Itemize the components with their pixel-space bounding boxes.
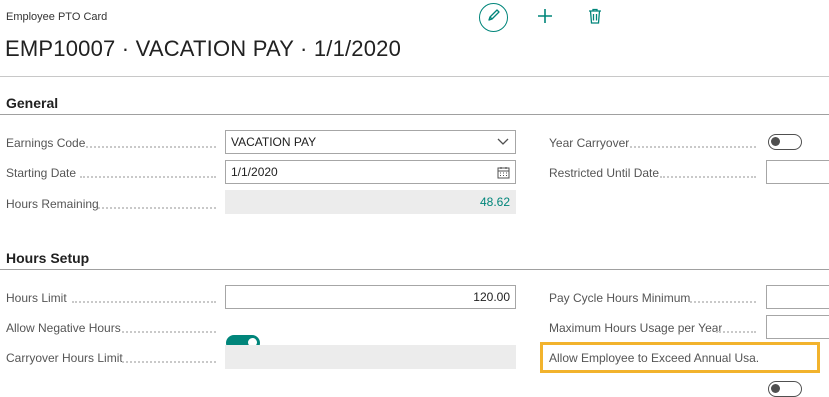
maximum-hours-usage-field[interactable] bbox=[766, 315, 829, 339]
leader-dots bbox=[80, 176, 216, 178]
carryover-hours-limit-label: Carryover Hours Limit bbox=[6, 351, 123, 365]
pencil-icon bbox=[487, 8, 501, 27]
general-divider bbox=[0, 114, 829, 115]
calendar-icon[interactable] bbox=[496, 165, 510, 179]
edit-button[interactable] bbox=[479, 3, 508, 32]
hours-limit-label: Hours Limit bbox=[6, 291, 67, 305]
pay-cycle-hours-minimum-label: Pay Cycle Hours Minimum bbox=[549, 291, 691, 305]
leader-dots bbox=[660, 176, 756, 178]
card-type-label: Employee PTO Card bbox=[6, 11, 108, 23]
toggle-knob bbox=[771, 384, 780, 393]
hours-remaining-label: Hours Remaining bbox=[6, 197, 99, 211]
hours-remaining-value[interactable]: 48.62 bbox=[225, 190, 516, 214]
leader-dots bbox=[630, 146, 756, 148]
section-title-hours-setup: Hours Setup bbox=[6, 250, 90, 266]
section-title-general: General bbox=[6, 95, 59, 111]
toggle-knob bbox=[771, 137, 780, 146]
earnings-code-select[interactable]: VACATION PAY bbox=[225, 130, 516, 154]
earnings-code-label: Earnings Code bbox=[6, 136, 86, 150]
year-carryover-toggle[interactable] bbox=[768, 134, 802, 150]
restricted-until-date-label: Restricted Until Date bbox=[549, 166, 660, 180]
hours-limit-field[interactable]: 120.00 bbox=[225, 285, 516, 309]
allow-exceed-annual-usage-toggle[interactable] bbox=[768, 381, 802, 397]
new-button[interactable] bbox=[535, 8, 555, 28]
leader-dots bbox=[72, 301, 216, 303]
page-title: EMP10007 · VACATION PAY · 1/1/2020 bbox=[5, 36, 402, 61]
highlight-box bbox=[540, 342, 820, 373]
leader-dots bbox=[98, 207, 216, 209]
leader-dots bbox=[122, 361, 216, 363]
leader-dots bbox=[690, 301, 756, 303]
earnings-code-value: VACATION PAY bbox=[231, 135, 317, 149]
starting-date-field[interactable]: 1/1/2020 bbox=[225, 160, 516, 184]
header-divider bbox=[0, 76, 829, 77]
starting-date-label: Starting Date bbox=[6, 166, 77, 180]
allow-negative-hours-label: Allow Negative Hours bbox=[6, 321, 121, 335]
starting-date-value: 1/1/2020 bbox=[231, 165, 278, 179]
plus-icon bbox=[537, 8, 553, 29]
hours-setup-divider bbox=[0, 269, 829, 270]
pay-cycle-hours-minimum-field[interactable] bbox=[766, 285, 829, 309]
trash-icon bbox=[588, 8, 602, 29]
delete-button[interactable] bbox=[585, 8, 605, 28]
year-carryover-label: Year Carryover bbox=[549, 136, 630, 150]
leader-dots bbox=[122, 331, 216, 333]
carryover-hours-limit-value[interactable] bbox=[225, 345, 516, 369]
chevron-down-icon bbox=[496, 135, 510, 149]
leader-dots bbox=[716, 331, 756, 333]
restricted-until-date-field[interactable] bbox=[766, 160, 829, 184]
maximum-hours-usage-label: Maximum Hours Usage per Year bbox=[549, 321, 723, 335]
leader-dots bbox=[86, 146, 216, 148]
